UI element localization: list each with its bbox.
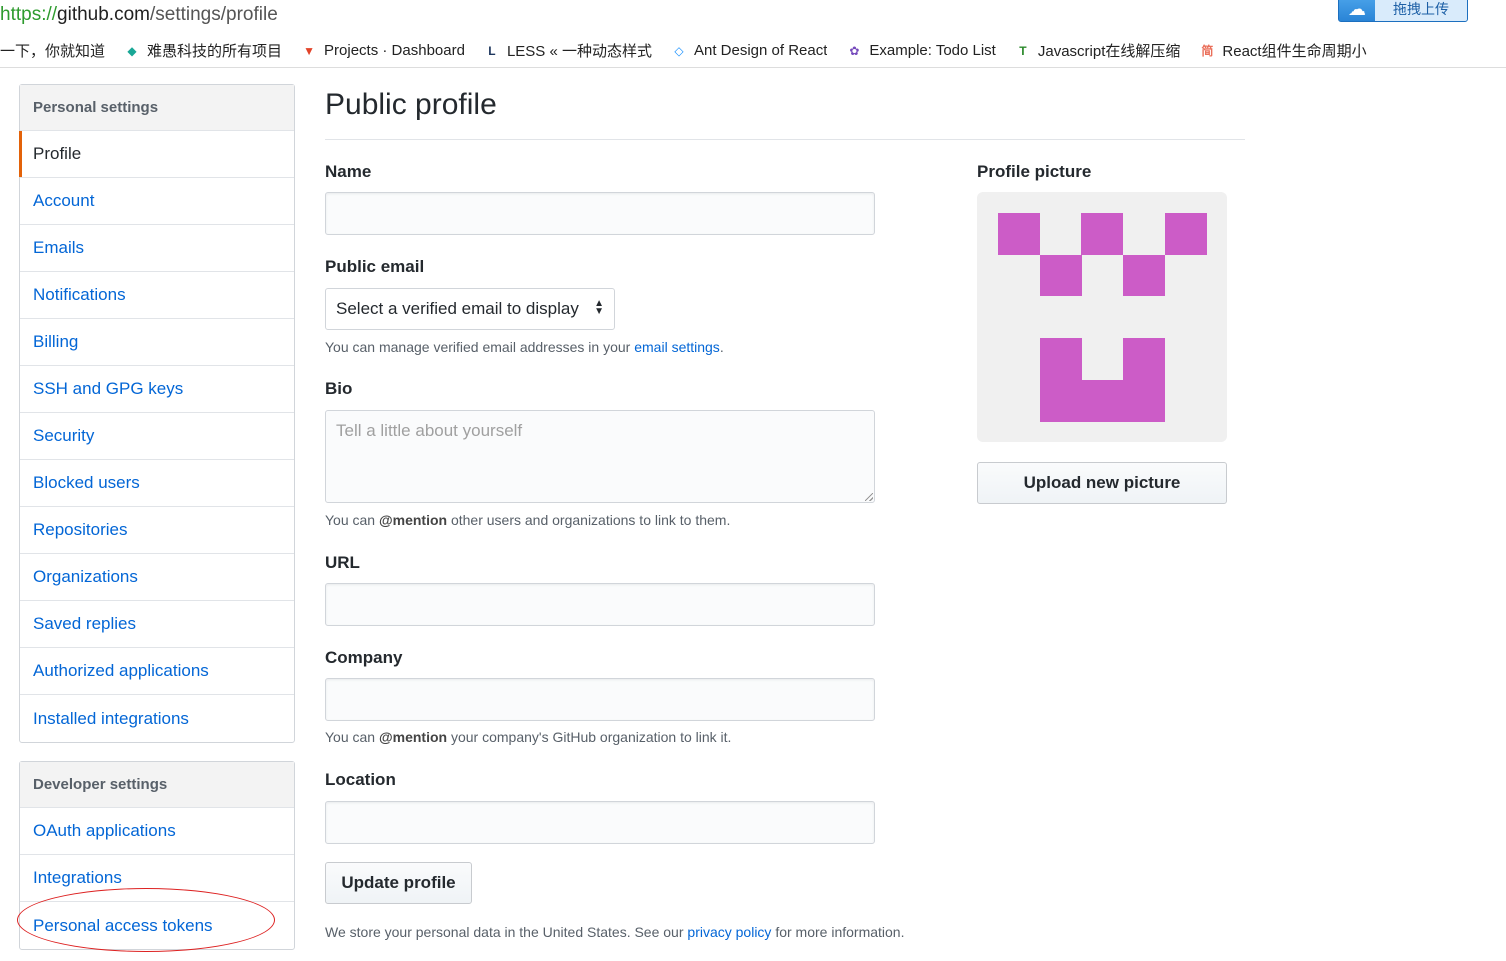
sidebar-item-organizations[interactable]: Organizations xyxy=(20,554,294,601)
sidebar-item-installed-integrations[interactable]: Installed integrations xyxy=(20,695,294,742)
bookmark-item[interactable]: ✿ Example: Todo List xyxy=(845,42,996,60)
upload-new-picture-button[interactable]: Upload new picture xyxy=(977,462,1227,504)
personal-settings-header: Personal settings xyxy=(20,85,294,131)
company-input[interactable] xyxy=(325,678,875,721)
identicon-block xyxy=(1123,255,1165,296)
public-email-label: Public email xyxy=(325,257,425,276)
bookmark-item[interactable]: 一下，你就知道 xyxy=(0,40,105,61)
identicon-block xyxy=(1081,380,1123,422)
tag-icon: ◆ xyxy=(127,43,137,58)
location-input[interactable] xyxy=(325,801,875,844)
address-bar[interactable]: https://github.com/settings/profile ☁ 拖拽… xyxy=(0,0,1506,32)
identicon-block xyxy=(998,213,1040,255)
sidebar-item-blocked-users[interactable]: Blocked users xyxy=(20,460,294,507)
identicon-block xyxy=(1123,338,1165,422)
less-icon: L xyxy=(488,43,496,58)
name-label: Name xyxy=(325,162,372,181)
bookmark-item[interactable]: ▼ Projects · Dashboard xyxy=(300,42,465,60)
privacy-policy-link[interactable]: privacy policy xyxy=(687,924,771,940)
tool-icon: T xyxy=(1019,43,1027,58)
bookmark-item[interactable]: 简 React组件生命周期小 xyxy=(1198,40,1366,61)
bookmark-item[interactable]: L LESS « 一种动态样式 xyxy=(483,40,652,61)
sidebar-item-personal-access-tokens[interactable]: Personal access tokens xyxy=(20,902,294,949)
bookmark-label: Projects · Dashboard xyxy=(324,42,465,59)
jianshu-icon: 简 xyxy=(1201,44,1214,58)
resize-grip-icon[interactable] xyxy=(865,493,873,501)
bio-label: Bio xyxy=(325,379,353,398)
identicon-block xyxy=(1040,255,1082,296)
sidebar-item-repositories[interactable]: Repositories xyxy=(20,507,294,554)
bookmark-item[interactable]: ◆ 难愚科技的所有项目 xyxy=(123,40,282,61)
ant-design-icon: ◇ xyxy=(674,43,684,58)
bookmark-label: Example: Todo List xyxy=(869,42,996,59)
personal-settings-menu: Personal settings Profile Account Emails No… xyxy=(19,84,295,743)
sidebar-item-security[interactable]: Security xyxy=(20,413,294,460)
location-label: Location xyxy=(325,770,396,789)
sidebar-item-ssh-and-gpg-keys[interactable]: SSH and GPG keys xyxy=(20,366,294,413)
identicon-block xyxy=(1165,213,1207,255)
profile-picture-label: Profile picture xyxy=(977,162,1092,181)
sidebar-item-authorized-applications[interactable]: Authorized applications xyxy=(20,648,294,695)
sidebar-item-billing[interactable]: Billing xyxy=(20,319,294,366)
bookmark-label: 难愚科技的所有项目 xyxy=(147,43,283,60)
sidebar-item-oauth-applications[interactable]: OAuth applications xyxy=(20,808,294,855)
bookmark-label: React组件生命周期小 xyxy=(1222,43,1367,60)
gitlab-icon: ▼ xyxy=(303,43,315,58)
bookmark-label: LESS « 一种动态样式 xyxy=(506,43,652,60)
select-arrows-icon: ▲ ▼ xyxy=(594,298,604,317)
page-title: Public profile xyxy=(325,88,497,121)
drag-upload-button[interactable]: ☁ 拖拽上传 xyxy=(1338,0,1468,22)
bookmarks-bar: 一下，你就知道 ◆ 难愚科技的所有项目 ▼ Projects · Dashboard L L… xyxy=(0,34,1506,68)
identicon-avatar xyxy=(977,192,1227,442)
url-text[interactable]: https://github.com/settings/profile xyxy=(0,4,278,26)
bookmark-label: 一下，你就知道 xyxy=(0,43,106,60)
identicon-block xyxy=(1081,213,1123,255)
bio-placeholder: Tell a little about yourself xyxy=(336,421,523,440)
company-label: Company xyxy=(325,648,403,667)
sidebar-item-saved-replies[interactable]: Saved replies xyxy=(20,601,294,648)
developer-settings-header: Developer settings xyxy=(20,762,294,808)
title-divider xyxy=(325,139,1245,140)
sidebar-item-integrations[interactable]: Integrations xyxy=(20,855,294,902)
identicon-block xyxy=(1040,338,1082,422)
sidebar-item-profile[interactable]: Profile xyxy=(19,131,294,178)
sidebar-item-notifications[interactable]: Notifications xyxy=(20,272,294,319)
name-input[interactable] xyxy=(325,192,875,235)
bookmark-label: Javascript在线解压缩 xyxy=(1037,43,1181,60)
redux-icon: ✿ xyxy=(849,43,860,58)
email-note: You can manage verified email addresses … xyxy=(325,339,724,355)
email-settings-link[interactable]: email settings xyxy=(634,339,720,355)
update-profile-button[interactable]: Update profile xyxy=(325,862,472,904)
url-input[interactable] xyxy=(325,583,875,626)
bookmark-label: Ant Design of React xyxy=(693,42,828,59)
company-note: You can @mention your company's GitHub o… xyxy=(325,729,732,745)
privacy-footer: We store your personal data in the Unite… xyxy=(325,924,905,940)
developer-settings-menu: Developer settings OAuth applications Int… xyxy=(19,761,295,950)
baidu-cloud-icon: ☁ xyxy=(1348,0,1366,19)
bookmark-item[interactable]: T Javascript在线解压缩 xyxy=(1014,40,1181,61)
sidebar-item-emails[interactable]: Emails xyxy=(20,225,294,272)
sidebar-item-account[interactable]: Account xyxy=(20,178,294,225)
public-email-select[interactable]: Select a verified email to display ▲ ▼ xyxy=(325,288,615,330)
url-label: URL xyxy=(325,553,360,572)
bookmark-item[interactable]: ◇ Ant Design of React xyxy=(670,42,827,60)
bio-textarea[interactable]: Tell a little about yourself xyxy=(325,410,875,503)
bio-note: You can @mention other users and organiz… xyxy=(325,512,731,528)
